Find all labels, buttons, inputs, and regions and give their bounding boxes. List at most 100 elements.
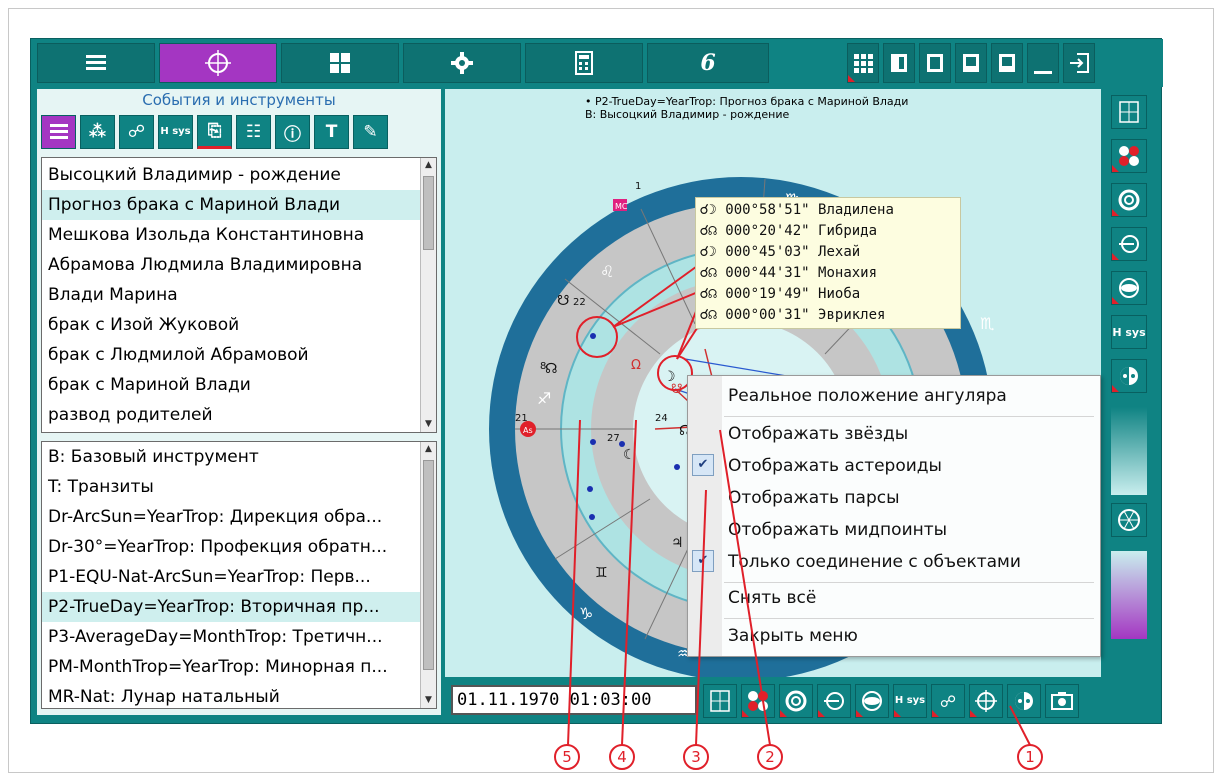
eye-disc-icon[interactable]	[855, 684, 889, 718]
date-time-field[interactable]: 01.11.1970 01:03:00	[451, 685, 697, 715]
menu-item-only-conjunction[interactable]: Только соединение с объектами	[728, 552, 1021, 572]
menu-item-show-asteroids[interactable]: Отображать астероиды	[728, 456, 942, 476]
tooltip-value: 000°20'42"	[725, 223, 810, 239]
camera-icon[interactable]	[1045, 684, 1079, 718]
scroll-up-icon[interactable]: ▲	[421, 158, 436, 173]
layout-right-icon[interactable]	[991, 43, 1023, 83]
eye-disc-icon[interactable]	[1111, 271, 1147, 305]
list-icon[interactable]	[41, 115, 76, 149]
arrow-circle-icon	[1119, 235, 1139, 253]
half-disc-icon[interactable]	[1111, 359, 1147, 393]
instruments-row[interactable]: P2-TrueDay=YearTrop: Вторичная пр...	[42, 592, 420, 622]
house-system-icon[interactable]: H sys	[893, 684, 927, 718]
events-row[interactable]: Мешкова Изольда Константиновна	[42, 220, 420, 250]
instruments-row[interactable]: T: Транзиты	[42, 472, 420, 502]
info-icon[interactable]: ⓘ	[275, 115, 310, 149]
scroll-thumb[interactable]	[423, 460, 434, 670]
exit-icon[interactable]	[1063, 43, 1095, 83]
events-row[interactable]: брак с Мариной Влади	[42, 370, 420, 400]
timeline-icon[interactable]: T	[314, 115, 349, 149]
arrow-circle-icon[interactable]	[1111, 227, 1147, 261]
table-list-icon[interactable]: ☷	[236, 115, 271, 149]
ring-icon	[1118, 189, 1140, 211]
tool-label: ⎘	[207, 121, 222, 141]
layout-single-shape	[927, 54, 943, 72]
events-row[interactable]: Прогноз брака с Мариной Влади	[42, 190, 420, 220]
events-scrollbar[interactable]: ▲ ▼	[420, 158, 436, 432]
minimize-icon[interactable]	[1027, 43, 1059, 83]
scroll-thumb[interactable]	[423, 176, 434, 250]
tool-label: H sys	[160, 126, 191, 137]
calculator-icon[interactable]	[525, 43, 643, 83]
house-system-icon[interactable]: H sys	[1111, 315, 1147, 349]
zoom-gradient-bottom[interactable]	[1111, 551, 1147, 639]
instruments-row[interactable]: Dr-30°=YearTrop: Профекция обратн...	[42, 532, 420, 562]
instruments-row[interactable]: Dr-ArcSun=YearTrop: Дирекция обра...	[42, 502, 420, 532]
zoom-gradient-top[interactable]	[1111, 407, 1147, 495]
logo-6-icon[interactable]: 6	[647, 43, 769, 83]
tooltip-row: ☌☊ 000°00'31" Эвриклея	[700, 305, 956, 326]
copy-icon[interactable]: ⎘	[197, 115, 232, 149]
tree-sort-icon[interactable]: ⁂	[80, 115, 115, 149]
instruments-row[interactable]: PM-MonthTrop=YearTrop: Минорная п...	[42, 652, 420, 682]
arrow-circle-icon[interactable]	[817, 684, 851, 718]
layout-left-shape	[891, 54, 907, 72]
events-row[interactable]: Влади Марина	[42, 280, 420, 310]
half-disc-icon	[1120, 367, 1138, 385]
aspects-icon[interactable]: ☍	[931, 684, 965, 718]
chart-target-icon[interactable]	[159, 43, 277, 83]
ring-icon[interactable]	[779, 684, 813, 718]
aspects-icon[interactable]: ☍	[119, 115, 154, 149]
events-row[interactable]: брак с Изой Жуковой	[42, 310, 420, 340]
dots-cluster-icon[interactable]	[1111, 139, 1147, 173]
menu-item-real-angular[interactable]: Реальное положение ангуляра	[728, 386, 1007, 406]
scroll-down-icon[interactable]: ▼	[421, 693, 436, 708]
wheel-icon[interactable]	[1111, 503, 1147, 537]
instruments-row[interactable]: MR-Nat: Лунар натальный	[42, 682, 420, 708]
half-disc-icon[interactable]	[1007, 684, 1041, 718]
dots-cluster-icon[interactable]	[741, 684, 775, 718]
menu-item-clear-all[interactable]: Снять всё	[728, 588, 816, 608]
target-icon[interactable]	[969, 684, 1003, 718]
layout-single-icon[interactable]	[919, 43, 951, 83]
layout-bottom-icon[interactable]	[955, 43, 987, 83]
instruments-list[interactable]: B: Базовый инструмент T: Транзиты Dr-ArcSu…	[41, 441, 437, 709]
tooltip-value: 000°58'51"	[725, 202, 810, 218]
menu-lines-icon[interactable]	[37, 43, 155, 83]
svg-text:♐: ♐	[537, 389, 551, 408]
tool-label: ✎	[363, 122, 378, 142]
ring-icon[interactable]	[1111, 183, 1147, 217]
grid-view-icon	[854, 54, 873, 73]
corner-marker	[780, 710, 787, 717]
house-system-icon[interactable]: H sys	[158, 115, 193, 149]
instruments-scrollbar[interactable]: ▲ ▼	[420, 442, 436, 708]
scroll-up-icon[interactable]: ▲	[421, 442, 436, 457]
menu-item-close-menu[interactable]: Закрыть меню	[728, 626, 858, 646]
menu-item-show-parts[interactable]: Отображать парсы	[728, 488, 900, 508]
dots-cluster-icon	[748, 691, 768, 711]
events-row[interactable]: Абрамова Людмила Владимировна	[42, 250, 420, 280]
events-row[interactable]: развод родителей	[42, 400, 420, 430]
wheel-icon	[1118, 509, 1140, 531]
tooltip-value: 000°44'31"	[725, 265, 810, 281]
tool-label: ☍	[127, 122, 146, 142]
events-row[interactable]: брак с Людмилой Абрамовой	[42, 340, 420, 370]
menu-item-show-stars[interactable]: Отображать звёзды	[728, 424, 908, 444]
grid-compare-icon[interactable]	[1111, 95, 1147, 129]
edit-icon[interactable]: ✎	[353, 115, 388, 149]
layout-left-icon[interactable]	[883, 43, 915, 83]
grid-compare-icon[interactable]	[703, 684, 737, 718]
aspect-tooltip: ☌☽ 000°58'51" Владилена ☌☊ 000°20'42" Ги…	[695, 197, 961, 329]
instruments-row[interactable]: P1-EQU-Nat-ArcSun=YearTrop: Перв...	[42, 562, 420, 592]
grid-view-icon[interactable]	[847, 43, 879, 83]
chart-target-icon	[205, 50, 231, 76]
instruments-row[interactable]: B: Базовый инструмент	[42, 442, 420, 472]
menu-item-show-midpoints[interactable]: Отображать мидпоинты	[728, 520, 947, 540]
instruments-row[interactable]: P3-AverageDay=MonthTrop: Третичн...	[42, 622, 420, 652]
events-list[interactable]: Высоцкий Владимир - рождение Прогноз брак…	[41, 157, 437, 433]
scroll-down-icon[interactable]: ▼	[421, 417, 436, 432]
gear-icon[interactable]	[403, 43, 521, 83]
grid-four-icon[interactable]	[281, 43, 399, 83]
events-row[interactable]: Высоцкий Владимир - рождение	[42, 160, 420, 190]
corner-marker	[1112, 297, 1119, 304]
